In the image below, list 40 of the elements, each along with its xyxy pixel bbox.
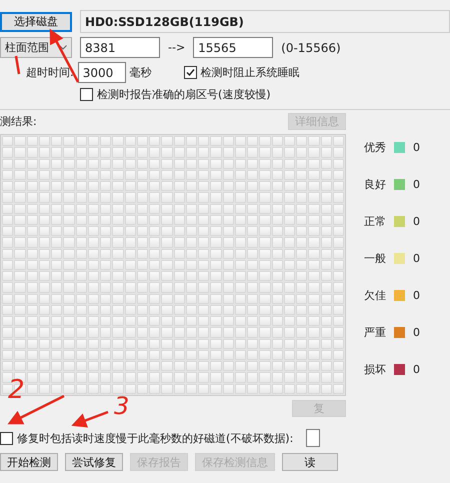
legend-label: 一般 (364, 251, 386, 266)
annotation-arrow (71, 410, 108, 428)
legend-count: 0 (413, 215, 420, 228)
legend-label: 良好 (364, 177, 386, 192)
legend-label: 优秀 (364, 140, 386, 155)
dropdown-caret-icon (59, 45, 67, 50)
checkbox-label: 检测时报告准确的扇区号(速度较慢) (97, 87, 271, 102)
range-arrow: --> (168, 41, 186, 54)
range-dropdown[interactable]: 柱面范围 (0, 37, 72, 58)
annotation-number: 3 (114, 392, 130, 420)
legend-count: 0 (413, 141, 420, 154)
start-field[interactable]: 8381 (80, 37, 160, 58)
checkbox[interactable] (0, 432, 13, 444)
checkbox-label: 修复时包括读时速度慢于此毫秒数的好磁道(不破坏数据): (17, 430, 294, 446)
legend-label: 严重 (364, 325, 386, 340)
action-button[interactable]: 尝试修复 (65, 453, 123, 471)
annotation-arrow (50, 28, 80, 83)
action-button[interactable]: 读 (282, 453, 338, 471)
threshold-field[interactable] (306, 429, 320, 447)
timeout-unit: 毫秒 (130, 65, 153, 80)
select-disk-button[interactable]: 选择磁盘 (0, 12, 72, 32)
legend-count: 0 (413, 363, 420, 376)
legend-label: 正常 (364, 214, 386, 229)
annotation-stroke (14, 56, 20, 74)
action-button[interactable]: 开始检测 (0, 453, 58, 471)
legend-label: 损坏 (364, 362, 386, 377)
annotation-number: 2 (8, 375, 25, 405)
checkbox[interactable] (184, 66, 197, 79)
legend-count: 0 (413, 252, 420, 265)
disk-name: HD0:SSD128GB(119GB) (80, 10, 450, 33)
legend-count: 0 (413, 326, 420, 339)
results-label: 测结果: (0, 114, 37, 129)
timeout-field[interactable]: 3000 (78, 62, 126, 83)
end-field[interactable]: 15565 (193, 37, 274, 58)
range-limits: (0-15566) (281, 40, 341, 54)
legend-label: 欠佳 (364, 288, 386, 303)
legend-count: 0 (413, 289, 420, 302)
checkbox[interactable] (80, 88, 93, 101)
legend-count: 0 (413, 178, 420, 191)
checkbox-label: 检测时阻止系统睡眠 (200, 65, 300, 80)
